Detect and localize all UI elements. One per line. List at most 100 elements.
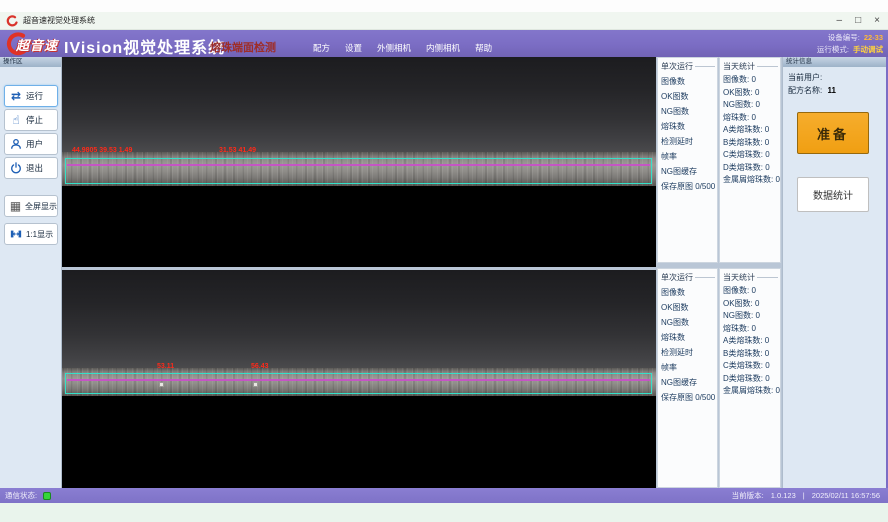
stat-row: A类熔珠数: 0 [723, 124, 780, 137]
device-number-value: 22-33 [864, 32, 883, 44]
prepare-button[interactable]: 准备 [797, 112, 869, 154]
stat-row: D类熔珠数: 0 [723, 162, 780, 175]
brand-name: 超音速 [16, 35, 58, 54]
stats-today-bottom: 当天统计 图像数: 0OK图数: 0NG图数: 0熔珠数: 0A类熔珠数: 0B… [719, 268, 781, 488]
sidebar-header: 操作区 [0, 57, 61, 67]
one-to-one-button[interactable]: 1:1显示 [4, 223, 58, 245]
stat-row: 帧率 [661, 149, 717, 164]
exit-button[interactable]: 退出 [4, 157, 58, 179]
stat-row: 图像数 [661, 285, 717, 300]
window-titlebar: 超音速视觉处理系统 – □ × [0, 12, 888, 30]
weld-seam-line-bottom [67, 379, 650, 381]
defect-marker [253, 382, 258, 387]
stat-row: B类熔珠数: 0 [723, 137, 780, 150]
screen: 超音速视觉处理系统 – □ × 超音速 IVision视觉处理系统 熔珠端面检测… [0, 0, 888, 522]
user-button[interactable]: 用户 [4, 133, 58, 155]
status-bar: 通信状态: 当前版本: 1.0.123 | 2025/02/11 16:57:5… [0, 488, 888, 503]
stat-row: NG图数 [661, 315, 717, 330]
menu-item[interactable]: 内侧相机 [426, 42, 460, 54]
stat-row: C类熔珠数: 0 [723, 360, 780, 373]
main-menu: 配方 设置 外侧相机 内侧相机 帮助 [313, 42, 492, 54]
close-button[interactable]: × [874, 12, 880, 30]
stat-row: NG图缓存 [661, 375, 717, 390]
run-cycle-icon: ⇄ [9, 89, 23, 103]
group-title: 当天统计 [723, 271, 780, 285]
stat-row: 图像数: 0 [723, 285, 780, 298]
window-title: 超音速视觉处理系统 [23, 15, 95, 26]
run-button[interactable]: ⇄ 运行 [4, 85, 58, 107]
stat-row: C类熔珠数: 0 [723, 149, 780, 162]
camera-viewport-top[interactable]: 44.9805 39.53 1.49 31.53 41.49 [62, 57, 656, 267]
run-mode-label: 运行模式: [817, 44, 849, 56]
device-number-label: 设备编号: [828, 32, 860, 44]
status-separator: | [803, 491, 805, 500]
camera-image-bottom [62, 270, 656, 369]
window-controls: – □ × [837, 12, 880, 30]
stat-row: 图像数: 0 [723, 74, 780, 87]
stat-row: NG图数: 0 [723, 99, 780, 112]
app-title: IVision视觉处理系统 [64, 34, 225, 58]
bottom-strip [0, 503, 888, 522]
app-logo-icon [6, 15, 18, 27]
recipe-name-label: 配方名称: [788, 86, 822, 95]
stat-row: OK图数 [661, 300, 717, 315]
stat-row: NG图数: 0 [723, 310, 780, 323]
menu-item[interactable]: 配方 [313, 42, 330, 54]
stop-button[interactable]: ☝ 停止 [4, 109, 58, 131]
power-icon [9, 161, 23, 175]
group-title: 单次运行 [661, 271, 717, 285]
group-title: 单次运行 [661, 60, 717, 74]
version-label: 当前版本: [732, 490, 764, 501]
maximize-button[interactable]: □ [855, 12, 861, 30]
stat-row: 保存原图 0/500 [661, 179, 717, 194]
current-user-label: 当前用户: [788, 73, 822, 82]
roi-rectangle-bottom [65, 373, 652, 394]
comm-ok-indicator-icon [43, 492, 51, 500]
stat-row: OK图数: 0 [723, 298, 780, 311]
data-statistics-button[interactable]: 数据统计 [797, 177, 869, 212]
stat-row: D类熔珠数: 0 [723, 373, 780, 386]
stat-row: OK图数: 0 [723, 87, 780, 100]
datetime-value: 2025/02/11 16:57:56 [812, 491, 880, 500]
stats-single-run-bottom: 单次运行 图像数OK图数NG图数熔珠数检测延时帧率NG图缓存保存原图 0/500 [657, 268, 718, 488]
run-mode-value: 手动调试 [853, 44, 883, 56]
user-icon [9, 137, 23, 151]
stat-row: 检测延时 [661, 134, 717, 149]
fullscreen-button[interactable]: ▦ 全屏显示 [4, 195, 58, 217]
stat-row: B类熔珠数: 0 [723, 348, 780, 361]
camera-viewport-bottom[interactable]: 53.11 56.43 [62, 270, 656, 488]
info-panel-header: 统计信息 [783, 57, 886, 67]
minimize-button[interactable]: – [837, 12, 843, 30]
measurement-annotation: 44.9805 39.53 1.49 [72, 147, 132, 154]
stat-row: 熔珠数: 0 [723, 323, 780, 336]
stat-row: 图像数 [661, 74, 717, 89]
measurement-annotation: 53.11 [157, 363, 174, 370]
stat-row: 检测延时 [661, 345, 717, 360]
defect-marker [159, 382, 164, 387]
weld-seam-line-top [67, 164, 650, 166]
app-subtitle: 熔珠端面检测 [210, 39, 276, 55]
stat-row: A类熔珠数: 0 [723, 335, 780, 348]
stat-row: 熔珠数 [661, 119, 717, 134]
measurement-annotation: 56.43 [251, 363, 269, 370]
recipe-name-row: 配方名称: 11 [788, 84, 886, 97]
menu-item[interactable]: 帮助 [475, 42, 492, 54]
stats-single-run-top: 单次运行 图像数OK图数NG图数熔珠数检测延时帧率NG图缓存保存原图 0/500 [657, 57, 718, 263]
stat-row: OK图数 [661, 89, 717, 104]
stat-row: 熔珠数: 0 [723, 112, 780, 125]
menu-item[interactable]: 外侧相机 [377, 42, 411, 54]
stat-row: 熔珠数 [661, 330, 717, 345]
stat-row: 保存原图 0/500 [661, 390, 717, 405]
roi-rectangle-top [65, 158, 652, 184]
camera-image-top [62, 57, 656, 153]
stat-row: 帧率 [661, 360, 717, 375]
version-value: 1.0.123 [771, 491, 796, 500]
measurement-annotation: 31.53 41.49 [219, 147, 256, 154]
group-title: 当天统计 [723, 60, 780, 74]
stat-row: 金属屑熔珠数: 0 [723, 385, 780, 398]
current-user-row: 当前用户: [788, 71, 886, 84]
one-to-one-icon [9, 227, 23, 241]
stat-row: NG图数 [661, 104, 717, 119]
menu-item[interactable]: 设置 [345, 42, 362, 54]
stats-today-top: 当天统计 图像数: 0OK图数: 0NG图数: 0熔珠数: 0A类熔珠数: 0B… [719, 57, 781, 263]
